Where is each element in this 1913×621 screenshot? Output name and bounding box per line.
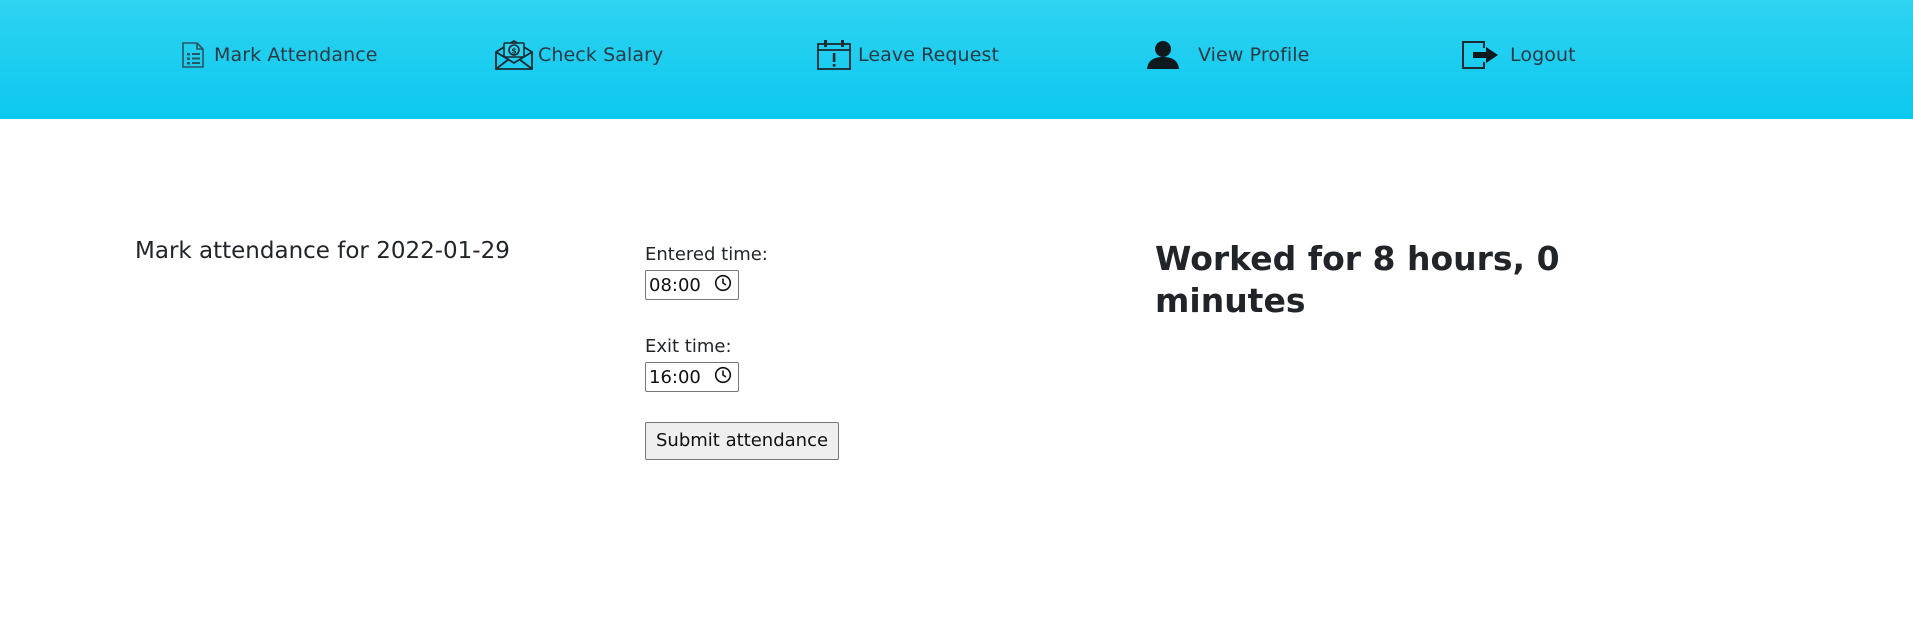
user-icon <box>1140 38 1186 72</box>
nav-logout[interactable]: Logout <box>1458 38 1576 72</box>
exit-time-label: Exit time: <box>645 336 732 357</box>
clock-icon[interactable] <box>714 366 732 388</box>
svg-text:$: $ <box>511 47 517 56</box>
submit-attendance-button[interactable]: Submit attendance <box>645 422 840 460</box>
entered-time-value: 08:00 <box>649 274 701 296</box>
entered-time-input[interactable]: 08:00 <box>645 270 739 300</box>
salary-envelope-icon: $ <box>494 38 534 72</box>
entered-time-group: Entered time: 08:00 <box>645 242 945 300</box>
logout-icon <box>1458 38 1502 72</box>
attendance-date-heading: Mark attendance for 2022-01-29 <box>135 238 510 264</box>
exit-time-input[interactable]: 16:00 <box>645 362 739 392</box>
clock-icon[interactable] <box>714 274 732 296</box>
nav-logout-label: Logout <box>1510 44 1576 66</box>
nav-mark-attendance[interactable]: Mark Attendance <box>176 38 378 72</box>
nav-check-salary-label: Check Salary <box>538 44 664 66</box>
exit-time-group: Exit time: 16:00 <box>645 334 945 392</box>
nav-view-profile[interactable]: View Profile <box>1140 38 1309 72</box>
nav-leave-request-label: Leave Request <box>858 44 1000 66</box>
nav-mark-attendance-label: Mark Attendance <box>214 44 378 66</box>
nav-check-salary[interactable]: $ Check Salary <box>494 38 663 72</box>
entered-time-label: Entered time: <box>645 244 768 265</box>
attendance-form: Entered time: 08:00 Exit time: 16:00 Sub… <box>645 242 945 460</box>
worked-duration-text: Worked for 8 hours, 0 minutes <box>1155 239 1560 320</box>
nav-view-profile-label: View Profile <box>1198 44 1310 66</box>
attendance-sheet-icon <box>176 38 210 72</box>
calendar-alert-icon <box>814 38 854 72</box>
nav-leave-request[interactable]: Leave Request <box>814 38 999 72</box>
exit-time-value: 16:00 <box>649 366 701 388</box>
top-navbar: Mark Attendance $ Check Salary Leave Req… <box>0 0 1913 119</box>
